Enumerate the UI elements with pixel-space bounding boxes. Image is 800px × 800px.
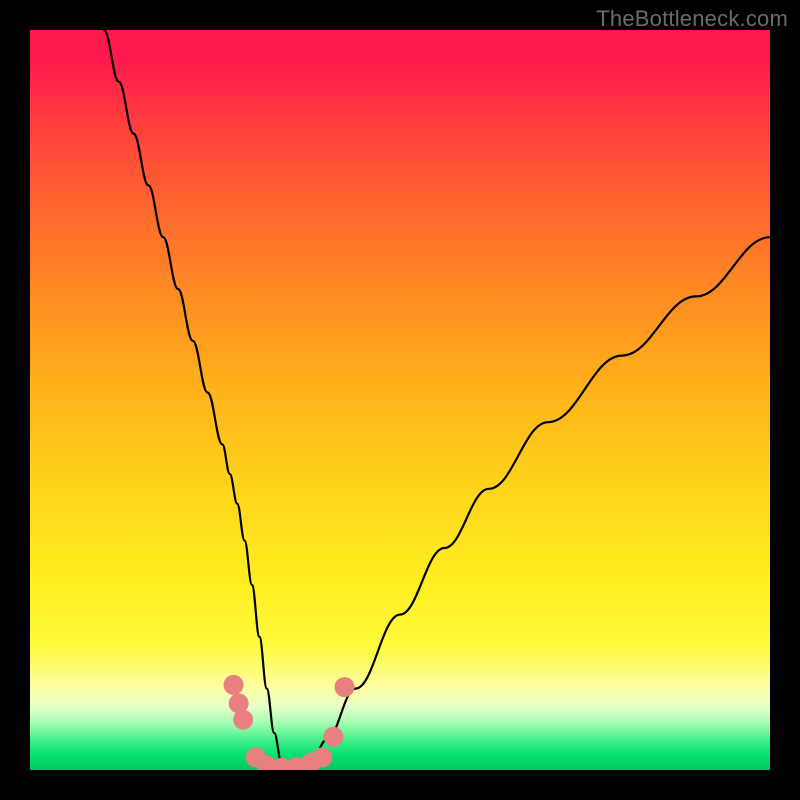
curve-marker — [312, 747, 332, 767]
curve-markers — [224, 675, 355, 770]
chart-frame: TheBottleneck.com — [0, 0, 800, 800]
curve-marker — [335, 677, 355, 697]
curve-marker — [233, 710, 253, 730]
curve-marker — [323, 727, 343, 747]
curve-layer — [30, 30, 770, 770]
bottleneck-curve — [104, 30, 770, 770]
plot-area — [30, 30, 770, 770]
watermark-text: TheBottleneck.com — [596, 6, 788, 32]
curve-marker — [224, 675, 244, 695]
